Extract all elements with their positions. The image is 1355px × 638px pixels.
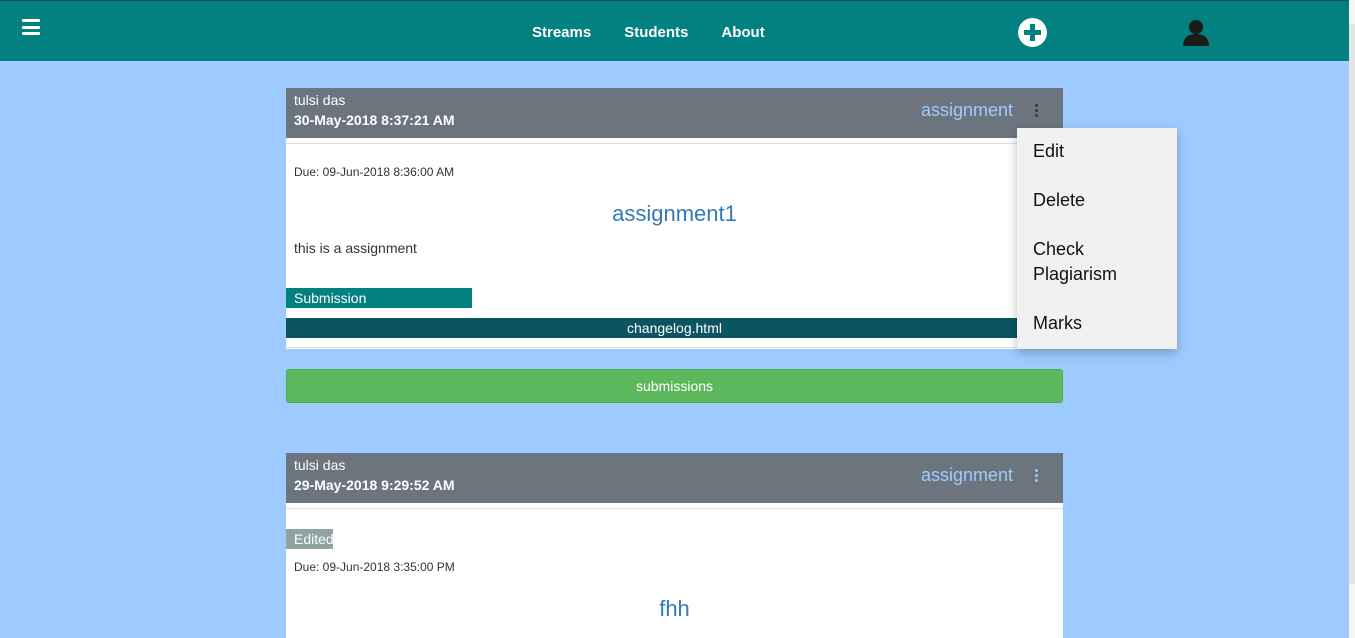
divider: [286, 508, 1063, 509]
assignment-title: fhh: [659, 596, 690, 621]
nav-links: Streams Students About: [532, 24, 798, 41]
more-options-icon[interactable]: [1031, 104, 1041, 122]
post-type-label: assignment: [920, 465, 1013, 485]
post-header: tulsi das 29-May-2018 9:29:52 AM assignm…: [286, 453, 1063, 503]
submission-format-badge: Submission Format:php,html: [286, 288, 472, 326]
post-author: tulsi das: [294, 92, 346, 108]
edited-badge: Edited: [286, 529, 334, 549]
scrollbar-thumb[interactable]: [1349, 24, 1355, 584]
menu-item-check-plagiarism[interactable]: Check Plagiarism: [1033, 237, 1163, 287]
post-card: tulsi das 29-May-2018 9:29:52 AM assignm…: [286, 453, 1063, 638]
menu-item-marks[interactable]: Marks: [1033, 311, 1163, 336]
user-avatar-icon[interactable]: [1181, 18, 1211, 46]
top-navbar: Streams Students About: [0, 0, 1355, 61]
divider: [286, 347, 1063, 348]
post-timestamp: 29-May-2018 9:29:52 AM: [294, 477, 455, 493]
menu-item-delete[interactable]: Delete: [1033, 188, 1163, 213]
due-date: Due: 09-Jun-2018 3:35:00 PM: [294, 560, 455, 574]
divider: [286, 143, 1063, 144]
assignment-description: this is a assignment: [294, 240, 417, 256]
nav-link-about[interactable]: About: [721, 24, 764, 41]
submissions-button[interactable]: submissions: [286, 369, 1063, 403]
post-header: tulsi das 30-May-2018 8:37:21 AM assignm…: [286, 88, 1063, 138]
post-author: tulsi das: [294, 457, 346, 473]
nav-link-students[interactable]: Students: [624, 24, 688, 41]
menu-item-edit[interactable]: Edit: [1033, 139, 1163, 164]
add-plus-icon[interactable]: [1018, 18, 1047, 47]
post-timestamp: 30-May-2018 8:37:21 AM: [294, 112, 455, 128]
more-options-icon[interactable]: [1031, 469, 1041, 487]
post-card: tulsi das 30-May-2018 8:37:21 AM assignm…: [286, 88, 1063, 349]
nav-link-streams[interactable]: Streams: [532, 24, 591, 41]
assignment-title: assignment1: [612, 201, 737, 226]
hamburger-menu-icon[interactable]: [22, 19, 40, 35]
due-date: Due: 09-Jun-2018 8:36:00 AM: [294, 165, 455, 179]
post-options-menu: Edit Delete Check Plagiarism Marks: [1017, 128, 1177, 349]
attachment-file[interactable]: changelog.html: [286, 318, 1063, 338]
scrollbar[interactable]: [1349, 0, 1355, 638]
post-type-label: assignment: [920, 100, 1013, 120]
